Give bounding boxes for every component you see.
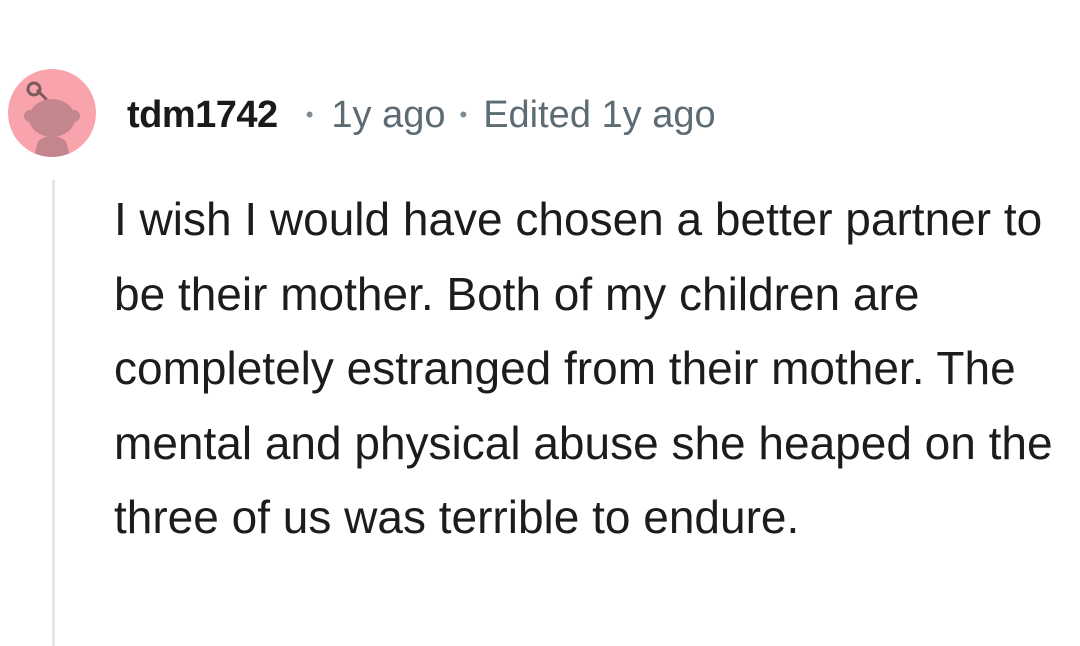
meta-separator: • <box>459 102 468 127</box>
comment-body: I wish I would have chosen a better part… <box>114 193 1053 543</box>
thread-line[interactable] <box>52 180 55 646</box>
posted-time: 1y ago <box>331 93 446 136</box>
comment-header: tdm1742 • 1y ago • Edited 1y ago <box>127 92 716 138</box>
edited-time: Edited 1y ago <box>483 93 716 136</box>
user-avatar[interactable] <box>8 69 96 157</box>
meta-separator: • <box>305 102 314 127</box>
snoo-avatar-icon <box>24 81 80 157</box>
username-link[interactable]: tdm1742 <box>127 94 278 137</box>
